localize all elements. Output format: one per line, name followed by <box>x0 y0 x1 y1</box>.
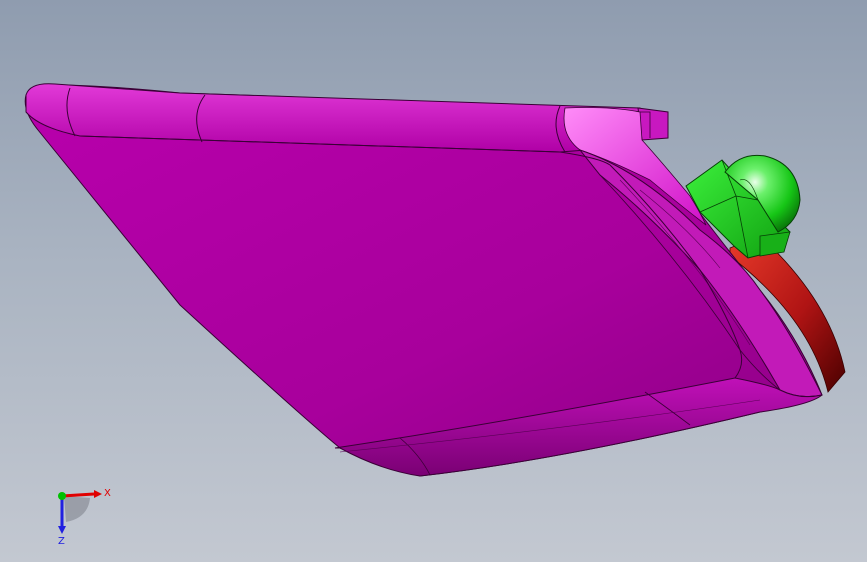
housing-tab <box>637 107 669 141</box>
z-axis-arrow <box>58 526 66 534</box>
x-axis-line <box>61 492 95 498</box>
triad-shadow <box>64 496 90 522</box>
y-axis-dot <box>58 492 66 500</box>
z-axis-label: Z <box>58 536 65 547</box>
x-axis-arrow <box>94 490 102 498</box>
graphics-viewport[interactable]: X Z <box>0 0 867 562</box>
x-axis-label: X <box>104 488 111 499</box>
coordinate-triad: X Z <box>58 488 111 547</box>
model-view[interactable] <box>0 0 867 562</box>
